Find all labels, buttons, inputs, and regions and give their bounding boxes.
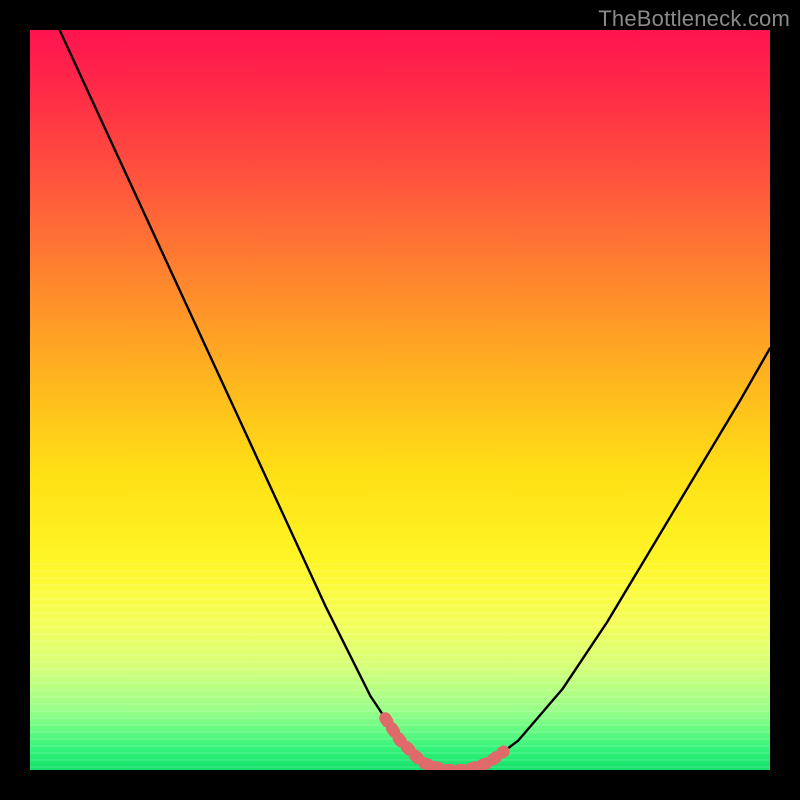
bottleneck-curve	[60, 30, 770, 770]
chart-frame: TheBottleneck.com	[0, 0, 800, 800]
lower-gradient-bands	[30, 563, 770, 770]
optimal-range-highlight	[385, 718, 503, 770]
watermark-text: TheBottleneck.com	[598, 6, 790, 32]
curve-layer	[30, 30, 770, 770]
gradient-plot-area	[30, 30, 770, 770]
